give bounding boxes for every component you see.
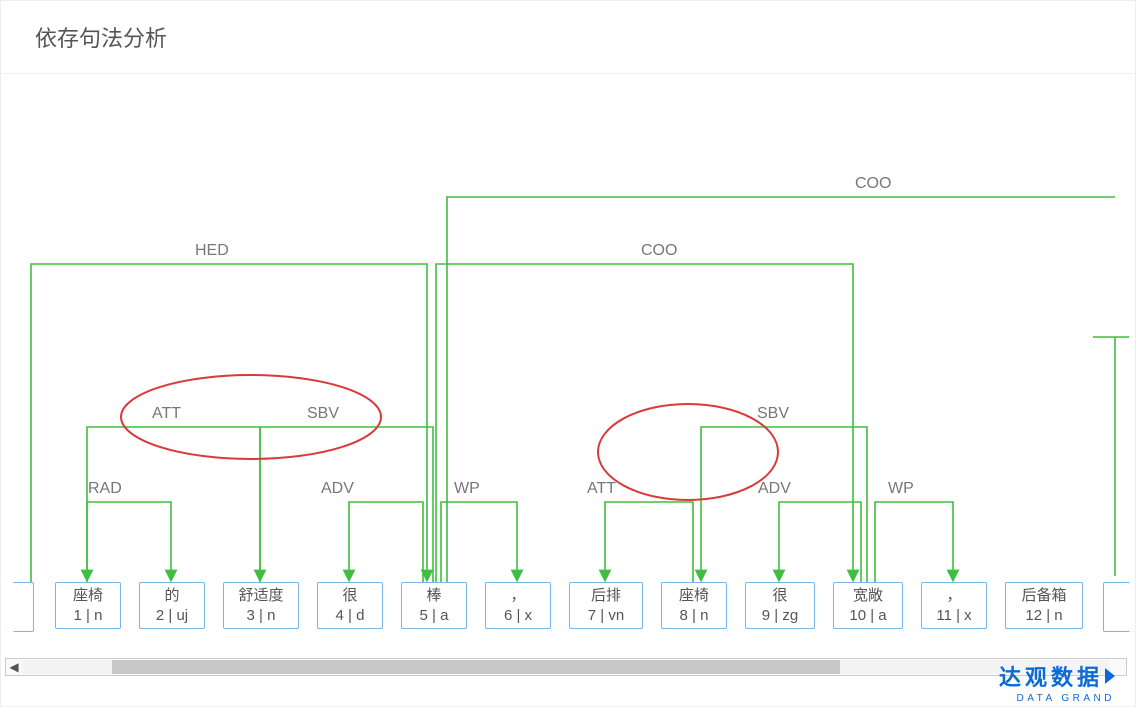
token-4: 很4 | d (317, 582, 383, 629)
arc-label-RAD: RAD (88, 480, 122, 498)
token-2: 的2 | uj (139, 582, 205, 629)
arc-label-COO: COO (641, 242, 677, 260)
arc-label-SBV: SBV (757, 405, 789, 423)
arc-label-ADV: ADV (321, 480, 354, 498)
brand-logo: 达观数据 DATA GRAND (999, 660, 1115, 704)
scroll-left-arrow[interactable]: ◀ (6, 660, 22, 674)
play-icon (1105, 668, 1115, 684)
horizontal-scrollbar[interactable]: ◀ ▶ (5, 658, 1127, 676)
token-12: 后备箱12 | n (1005, 582, 1083, 629)
brand-en: DATA GRAND (999, 693, 1115, 704)
arc-label-COO: COO (855, 175, 891, 193)
token-7: 后排7 | vn (569, 582, 643, 629)
arc-layer (13, 82, 1129, 652)
arc-label-ADV: ADV (758, 480, 791, 498)
token-5: 棒5 | a (401, 582, 467, 629)
scroll-thumb[interactable] (112, 660, 840, 674)
token-3: 舒适度3 | n (223, 582, 299, 629)
token-partial-left (13, 582, 34, 632)
arc-label-HED: HED (195, 242, 229, 260)
token-8: 座椅8 | n (661, 582, 727, 629)
arc-label-ATT: ATT (587, 480, 616, 498)
page-title: 依存句法分析 (1, 1, 1135, 74)
token-partial-right (1103, 582, 1130, 632)
arc-label-WP: WP (888, 480, 914, 498)
token-6: ，6 | x (485, 582, 551, 629)
dependency-diagram: 座椅1 | n 的2 | uj 舒适度3 | n 很4 | d 棒5 | a ，6 | x… (13, 82, 1129, 652)
token-11: ，11 | x (921, 582, 987, 629)
arc-label-SBV: SBV (307, 405, 339, 423)
token-10: 宽敞10 | a (833, 582, 903, 629)
app-window: 依存句法分析 座椅1 | n 的2 | uj 舒适度3 | n 很4 | d 棒5 | … (0, 0, 1136, 707)
token-9: 很9 | zg (745, 582, 815, 629)
brand-cn: 达观数据 (999, 660, 1103, 692)
arc-label-WP: WP (454, 480, 480, 498)
token-1: 座椅1 | n (55, 582, 121, 629)
scroll-track[interactable] (22, 660, 1110, 674)
arc-label-ATT: ATT (152, 405, 181, 423)
